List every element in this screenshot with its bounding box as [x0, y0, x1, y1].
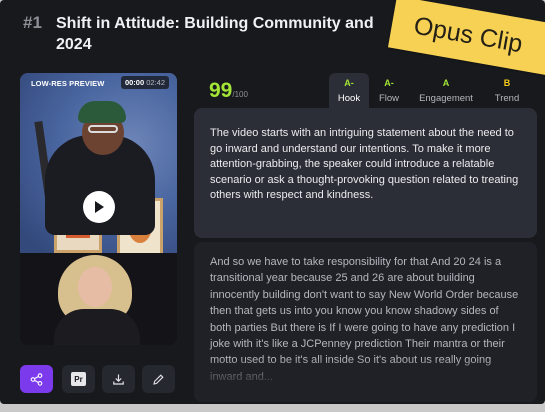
- clip-title-line1: Shift in Attitude: Building Community an…: [56, 15, 374, 32]
- clip-title: Shift in Attitude: Building Community an…: [56, 13, 416, 55]
- tab-engagement[interactable]: A Engagement: [411, 73, 481, 108]
- tab-flow-label: Flow: [378, 93, 400, 104]
- video-preview[interactable]: LOW-RES PREVIEW 00:00 02:42: [20, 73, 177, 345]
- premiere-icon: Pr: [71, 372, 86, 386]
- hook-analysis-text: The video starts with an intriguing stat…: [210, 127, 519, 202]
- tab-hook[interactable]: A- Hook: [329, 73, 369, 108]
- premiere-export-button[interactable]: Pr: [62, 365, 95, 393]
- edit-button[interactable]: [142, 365, 175, 393]
- watermark-ribbon: Opus Clip: [387, 0, 545, 79]
- score-denominator: /100: [232, 90, 248, 99]
- clip-title-line2: 2024: [56, 36, 92, 53]
- tab-hook-grade: A-: [344, 78, 354, 88]
- pencil-icon: [153, 373, 164, 385]
- play-button[interactable]: [83, 191, 115, 223]
- hook-analysis-panel: The video starts with an intriguing stat…: [194, 108, 537, 238]
- tab-trend-label: Trend: [494, 93, 520, 104]
- tab-trend[interactable]: B Trend: [488, 73, 526, 108]
- clip-rank: #1: [23, 13, 42, 32]
- guest-figure: [54, 309, 140, 345]
- transcript-panel[interactable]: And so we have to take responsibility fo…: [194, 242, 537, 402]
- share-icon: [30, 372, 43, 386]
- speaker-glasses: [88, 125, 118, 133]
- download-button[interactable]: [102, 365, 135, 393]
- download-icon: [113, 374, 124, 385]
- tab-flow[interactable]: A- Flow: [372, 73, 406, 108]
- speaker-hat: [78, 101, 126, 123]
- tab-trend-grade: B: [503, 78, 511, 88]
- share-button[interactable]: [20, 365, 53, 393]
- score-value: 99: [209, 79, 233, 102]
- transcript-fade: [194, 358, 537, 402]
- virality-score: 99/100: [209, 79, 248, 103]
- tab-flow-grade: A-: [384, 78, 394, 88]
- preview-quality-tag: LOW-RES PREVIEW: [31, 79, 105, 88]
- video-total-time: 02:42: [146, 78, 165, 87]
- video-timestamp: 00:00 02:42: [120, 76, 169, 89]
- clip-card: #1 Shift in Attitude: Building Community…: [0, 0, 545, 404]
- tab-hook-label: Hook: [337, 93, 361, 104]
- tab-engagement-label: Engagement: [419, 93, 473, 104]
- guest-face: [78, 267, 112, 307]
- video-current-time: 00:00: [124, 78, 145, 87]
- tab-engagement-grade: A: [442, 78, 450, 88]
- play-icon: [95, 201, 104, 213]
